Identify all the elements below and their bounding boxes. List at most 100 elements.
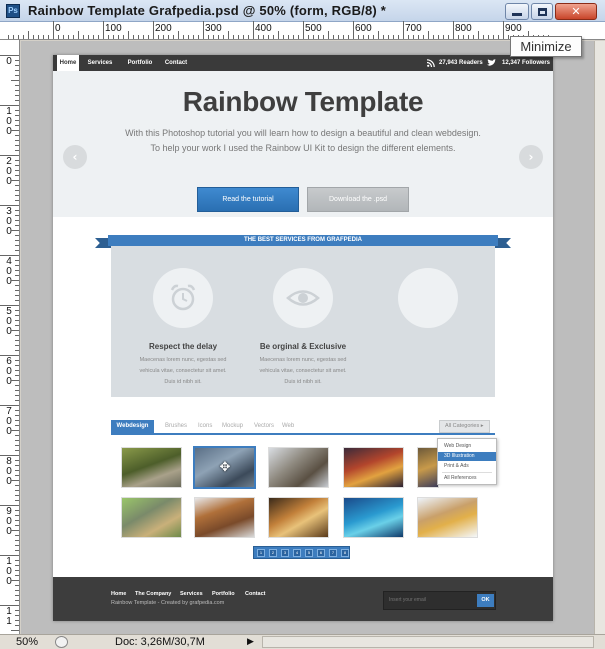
ruler-minor-tick (488, 35, 489, 39)
document-canvas[interactable]: Home Services Portfolio Contact 27,943 R… (21, 41, 594, 634)
site-nav: Home Services Portfolio Contact 27,943 R… (53, 55, 553, 71)
ruler-minor-tick (15, 510, 19, 511)
vertical-ruler[interactable]: 0 1 0 0 2 0 0 3 0 0 4 0 0 5 0 0 6 0 0 7 0 0 8 0 … (0, 40, 20, 634)
ruler-minor-tick (15, 60, 19, 61)
tab-brushes[interactable]: Brushes (165, 420, 187, 433)
ruler-major-tick (503, 21, 504, 39)
window-titlebar[interactable]: Ps Rainbow Template Grafpedia.psd @ 50% … (0, 0, 605, 22)
tab-vectors[interactable]: Vectors (254, 420, 274, 433)
slider-next-button[interactable]: › (519, 145, 543, 169)
menu-divider (442, 472, 492, 473)
ruler-minor-tick (15, 490, 19, 491)
ruler-minor-tick (15, 375, 19, 376)
ruler-minor-tick (318, 35, 319, 39)
ruler-minor-tick (123, 35, 124, 39)
ruler-minor-tick (11, 180, 19, 181)
ruler-minor-tick (18, 35, 19, 39)
psd-document[interactable]: Home Services Portfolio Contact 27,943 R… (53, 55, 553, 621)
portfolio-thumbnail[interactable] (194, 497, 255, 538)
email-input[interactable] (389, 592, 469, 609)
menu-item-web-design[interactable]: Web Design (438, 442, 496, 451)
close-button[interactable]: ✕ (555, 3, 597, 20)
ruler-minor-tick (11, 130, 19, 131)
ruler-minor-tick (15, 150, 19, 151)
minimize-button[interactable] (505, 3, 529, 20)
portfolio-thumbnail[interactable] (268, 447, 329, 488)
download-psd-button[interactable]: Download the .psd (307, 187, 409, 212)
page-button[interactable]: 3 (281, 549, 289, 557)
ruler-minor-tick (15, 540, 19, 541)
slider-prev-button[interactable]: ‹ (63, 145, 87, 169)
ruler-minor-tick (448, 35, 449, 39)
horizontal-scrollbar[interactable] (262, 636, 594, 648)
menu-item-print-ads[interactable]: Print & Ads (438, 462, 496, 471)
page-button[interactable]: 8 (341, 549, 349, 557)
page-button[interactable]: 2 (269, 549, 277, 557)
portfolio-thumbnail[interactable] (417, 447, 439, 488)
ruler-minor-tick (498, 35, 499, 39)
page-button[interactable]: 6 (317, 549, 325, 557)
read-tutorial-button[interactable]: Read the tutorial (197, 187, 299, 212)
ruler-minor-tick (11, 280, 19, 281)
portfolio-thumbnail[interactable] (343, 497, 404, 538)
portfolio-thumbnail[interactable] (121, 447, 182, 488)
zoom-level[interactable]: 50% (16, 636, 38, 648)
ruler-minor-tick (15, 435, 19, 436)
footer-link-contact[interactable]: Contact (245, 591, 265, 597)
hero-title: Rainbow Template (182, 86, 424, 117)
restore-button[interactable] (531, 3, 553, 20)
ruler-minor-tick (278, 31, 279, 39)
ruler-label: 1 0 0 (6, 556, 12, 587)
nav-contact[interactable]: Contact (163, 55, 189, 71)
portfolio-thumbnail[interactable] (268, 497, 329, 538)
ruler-minor-tick (15, 600, 19, 601)
ruler-minor-tick (15, 95, 19, 96)
status-bar: 50% Doc: 3,26M/30,7M ▶ (0, 634, 605, 649)
ruler-label: 2 0 0 (6, 156, 12, 187)
menu-item-all-references[interactable]: All References (438, 474, 496, 483)
service-desc-line: Maecenas lorem nunc, egestas sed (139, 357, 227, 363)
ruler-minor-tick (15, 610, 19, 611)
portfolio-thumbnail[interactable] (417, 497, 478, 538)
ruler-minor-tick (78, 31, 79, 39)
page-button[interactable]: 4 (293, 549, 301, 557)
footer-link-company[interactable]: The Company (135, 591, 171, 597)
page-button[interactable]: 5 (305, 549, 313, 557)
ruler-minor-tick (478, 31, 479, 39)
ruler-minor-tick (13, 35, 14, 39)
footer-link-services[interactable]: Services (180, 591, 203, 597)
ruler-minor-tick (15, 520, 19, 521)
email-ok-button[interactable]: OK (477, 594, 494, 607)
vertical-scrollbar[interactable] (594, 41, 605, 634)
ruler-minor-tick (15, 345, 19, 346)
ruler-label: 1 0 0 (6, 106, 12, 137)
tab-web[interactable]: Web (282, 420, 294, 433)
ruler-minor-tick (398, 35, 399, 39)
tab-mockup[interactable]: Mockup (222, 420, 243, 433)
portfolio-thumbnail-selected[interactable]: ✥ (193, 446, 256, 489)
ruler-minor-tick (15, 525, 19, 526)
nav-portfolio[interactable]: Portfolio (125, 55, 155, 71)
services-ribbon: THE BEST SERVICES FROM GRAFPEDIA (108, 235, 498, 246)
tab-webdesign[interactable]: Webdesign (111, 420, 154, 433)
ruler-minor-tick (133, 35, 134, 39)
page-button[interactable]: 7 (329, 549, 337, 557)
portfolio-thumbnail[interactable] (343, 447, 404, 488)
page-button[interactable]: 1 (257, 549, 265, 557)
menu-item-3d-illustration[interactable]: 3D Illustration (438, 452, 496, 461)
document-info-icon[interactable] (55, 636, 68, 648)
photoshop-app-icon: Ps (6, 4, 20, 18)
ruler-minor-tick (48, 35, 49, 39)
ruler-minor-tick (148, 35, 149, 39)
portfolio-thumbnail[interactable] (121, 497, 182, 538)
category-dropdown[interactable]: All Categories ▸ (439, 420, 490, 433)
status-menu-arrow-icon[interactable]: ▶ (247, 637, 254, 647)
footer-link-home[interactable]: Home (111, 591, 126, 597)
footer-link-portfolio[interactable]: Portfolio (212, 591, 235, 597)
ruler-minor-tick (15, 500, 19, 501)
tab-icons[interactable]: Icons (198, 420, 212, 433)
nav-services[interactable]: Services (87, 55, 113, 71)
nav-home[interactable]: Home (57, 55, 79, 71)
ruler-minor-tick (15, 485, 19, 486)
ruler-minor-tick (15, 245, 19, 246)
